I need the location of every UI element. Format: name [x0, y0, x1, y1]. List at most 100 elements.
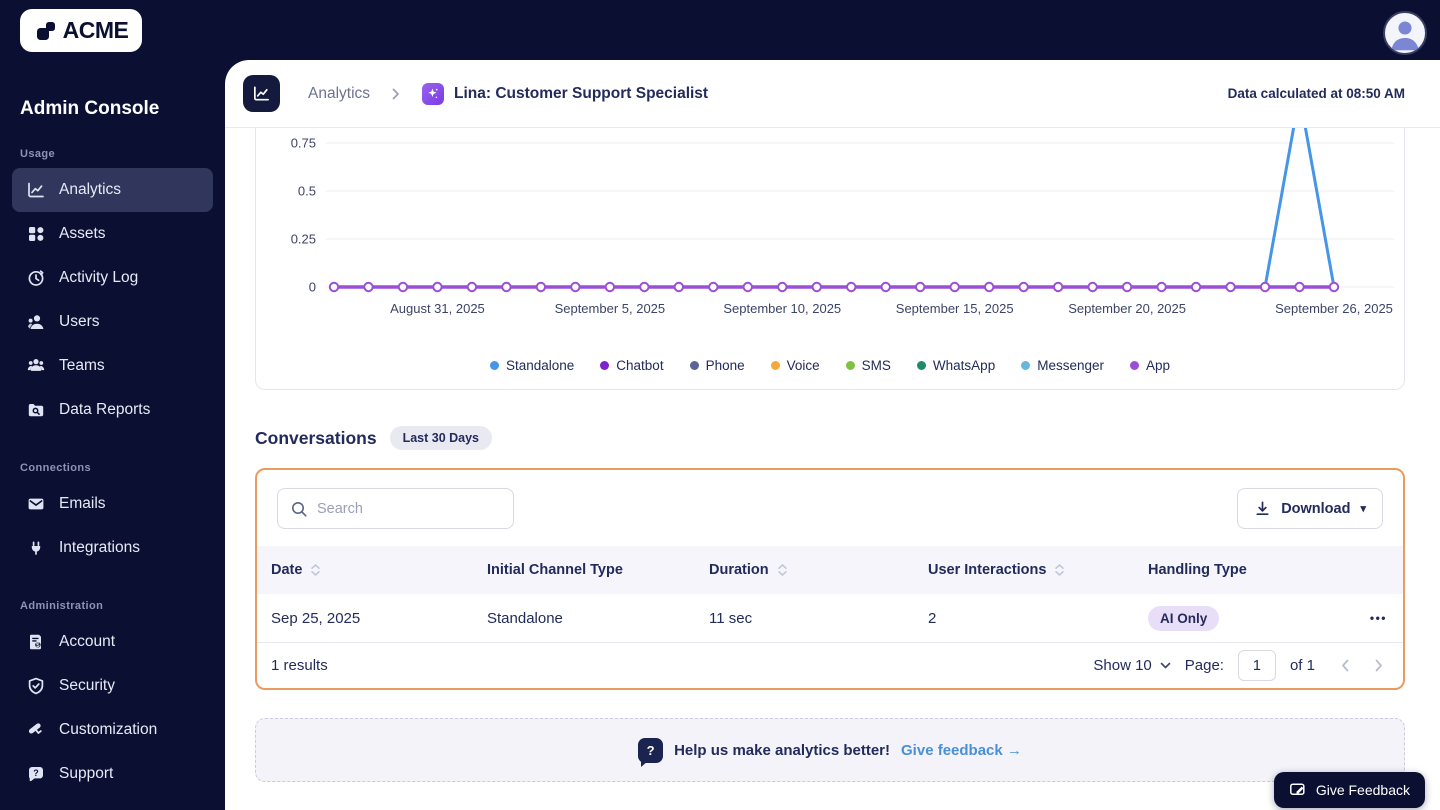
svg-text:0.5: 0.5 [298, 184, 316, 199]
chart-legend: Standalone Chatbot Phone Voice SMS Whats… [256, 358, 1404, 373]
svg-text:0.25: 0.25 [291, 232, 316, 247]
cell-user-interactions: 2 [928, 609, 937, 627]
sidebar-item-label: Activity Log [59, 269, 139, 286]
legend-dot-icon [689, 361, 699, 370]
svg-text:September 15, 2025: September 15, 2025 [896, 301, 1014, 316]
page-header: Analytics Lina: Customer Support Special… [225, 60, 1440, 128]
user-avatar[interactable] [1383, 11, 1427, 55]
page-number-input[interactable] [1237, 650, 1276, 681]
cell-handling-type: AI Only [1148, 605, 1347, 631]
sidebar-item-label: Teams [59, 357, 105, 374]
sort-icon [1055, 564, 1065, 576]
legend-item-sms[interactable]: SMS [845, 358, 891, 373]
chat-question-icon: ? [26, 764, 46, 784]
sidebar-item-assets[interactable]: Assets [12, 212, 213, 256]
sidebar-item-label: Assets [59, 225, 106, 242]
period-badge: Last 30 Days [389, 426, 492, 450]
conversations-table: Download ▾ Date Initial Channel Type Dur… [255, 468, 1405, 690]
sidebar-item-label: Security [59, 677, 115, 694]
chevron-right-icon [1375, 659, 1382, 672]
breadcrumb-analytics-link[interactable]: Analytics [308, 85, 370, 103]
svg-text:September 26, 2025: September 26, 2025 [1275, 301, 1393, 316]
legend-dot-icon [1130, 361, 1139, 370]
activity-clock-icon [26, 268, 46, 288]
search-icon [290, 500, 308, 518]
sidebar-item-customization[interactable]: Customization [12, 708, 213, 752]
sidebar-item-users[interactable]: Users [12, 300, 213, 344]
table-toolbar: Download ▾ [257, 470, 1403, 546]
sidebar-section-connections: Connections [20, 462, 92, 474]
acme-logo-icon [34, 19, 58, 43]
assets-blocks-icon [26, 224, 46, 244]
table-header-row: Date Initial Channel Type Duration User … [257, 546, 1403, 594]
agent-sparkle-icon [422, 82, 445, 105]
sort-icon [777, 564, 787, 576]
legend-item-whatsapp[interactable]: WhatsApp [916, 358, 995, 373]
invoice-icon: $ [26, 632, 46, 652]
show-per-page-select[interactable]: Show 10 [1093, 657, 1171, 674]
legend-dot-icon [489, 361, 499, 370]
person-icon [1391, 21, 1419, 51]
svg-text:?: ? [33, 768, 39, 778]
column-header-user-interactions[interactable]: User Interactions [928, 562, 1148, 578]
legend-item-phone[interactable]: Phone [689, 358, 745, 373]
give-feedback-button[interactable]: Give Feedback [1273, 772, 1425, 808]
row-actions-menu[interactable]: ••• [1347, 611, 1403, 625]
chevron-down-icon [1160, 662, 1171, 669]
legend-item-chatbot[interactable]: Chatbot [600, 358, 664, 373]
ai-only-badge: AI Only [1148, 605, 1220, 631]
feedback-pencil-icon [1289, 781, 1307, 799]
legend-item-app[interactable]: App [1130, 358, 1170, 373]
sidebar-item-activity-log[interactable]: Activity Log [12, 256, 213, 300]
column-header-duration[interactable]: Duration [709, 562, 928, 578]
download-button[interactable]: Download ▾ [1237, 488, 1383, 529]
breadcrumb-current-page: Lina: Customer Support Specialist [454, 84, 709, 102]
legend-item-messenger[interactable]: Messenger [1021, 358, 1104, 373]
legend-item-standalone[interactable]: Standalone [489, 358, 574, 373]
column-header-date[interactable]: Date [271, 562, 487, 578]
svg-text:0.75: 0.75 [291, 136, 316, 151]
give-feedback-link[interactable]: Give feedback → [901, 742, 1022, 759]
svg-text:August 31, 2025: August 31, 2025 [390, 301, 485, 316]
svg-text:0: 0 [309, 280, 316, 295]
search-input[interactable] [317, 500, 501, 517]
plug-icon [26, 538, 46, 558]
svg-text:September 20, 2025: September 20, 2025 [1068, 301, 1186, 316]
acme-logo[interactable]: ACME [20, 9, 142, 52]
sidebar-item-integrations[interactable]: Integrations [12, 526, 213, 570]
sidebar-item-label: Users [59, 313, 100, 330]
sidebar-item-label: Emails [59, 495, 106, 512]
sidebar-item-security[interactable]: Security [12, 664, 213, 708]
sidebar-item-analytics[interactable]: Analytics [12, 168, 213, 212]
sidebar-item-label: Support [59, 765, 114, 782]
svg-text:$: $ [36, 642, 40, 649]
sidebar-item-support[interactable]: ? Support [12, 752, 213, 796]
chevron-left-icon [1342, 659, 1349, 672]
cell-initial-channel-type: Standalone [487, 609, 563, 627]
table-footer: 1 results Show 10 Page: of 1 [257, 642, 1403, 688]
next-page-button[interactable] [1375, 659, 1383, 672]
legend-dot-icon [600, 361, 610, 370]
sidebar-item-emails[interactable]: Emails [12, 482, 213, 526]
ellipsis-icon: ••• [1369, 611, 1387, 625]
console-title: Admin Console [20, 98, 160, 119]
svg-text:September 5, 2025: September 5, 2025 [555, 301, 666, 316]
sidebar-item-account[interactable]: $ Account [12, 620, 213, 664]
column-header-initial-channel-type[interactable]: Initial Channel Type [487, 562, 709, 578]
column-header-handling-type[interactable]: Handling Type [1148, 562, 1347, 578]
folder-search-icon [26, 400, 46, 420]
previous-page-button[interactable] [1341, 659, 1349, 672]
legend-dot-icon [770, 361, 780, 370]
sidebar-item-teams[interactable]: Teams [12, 344, 213, 388]
mail-icon [26, 494, 46, 514]
sidebar-item-data-reports[interactable]: Data Reports [12, 388, 213, 432]
usage-chart-card: 0 0.25 0.5 0.75 August 31, 2025 September 5, … [255, 128, 1405, 390]
cell-date: Sep 25, 2025 [271, 609, 361, 627]
analytics-feedback-banner: ? Help us make analytics better! Give fe… [255, 718, 1405, 782]
shield-check-icon [26, 676, 46, 696]
question-bubble-icon: ? [638, 737, 664, 767]
sidebar-item-label: Analytics [59, 181, 122, 198]
legend-item-voice[interactable]: Voice [770, 358, 820, 373]
sidebar: Admin Console Usage Analytics Assets Act… [0, 60, 225, 810]
page-of-text: of 1 [1289, 657, 1315, 674]
